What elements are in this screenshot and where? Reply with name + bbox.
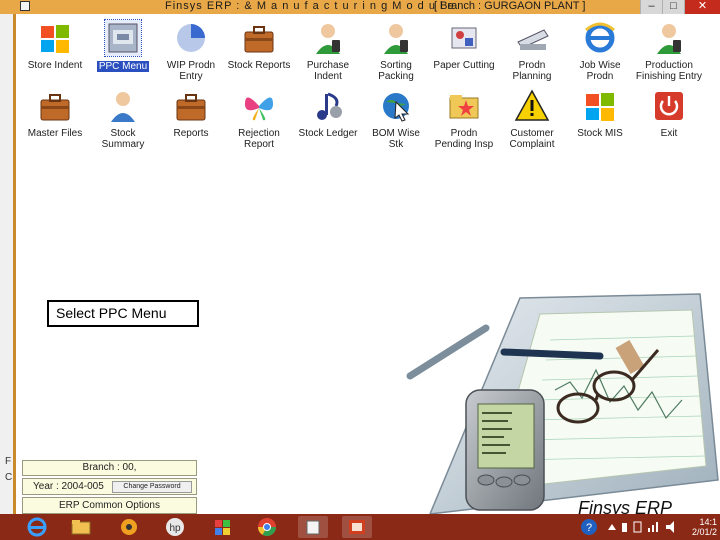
module-tile[interactable]: Customer Complaint: [497, 88, 567, 150]
tools-icon: [451, 27, 477, 49]
module-tile-label: Stock Reports: [227, 60, 291, 71]
music-note-icon: [317, 92, 342, 120]
module-tile-label: PPC Menu: [96, 61, 150, 72]
module-tile-label: Exit: [660, 128, 678, 139]
module-tile-label: WIP Prodn Entry: [166, 60, 216, 82]
title-bar: Finsys ERP : & M a n u f a c t u r i n g…: [0, 0, 720, 14]
maximize-button[interactable]: □: [662, 0, 684, 14]
module-tile-label: Job Wise Prodn: [579, 60, 621, 82]
taskbar-clock[interactable]: 14:1 2/01/2: [692, 517, 717, 537]
module-tile[interactable]: Master Files: [20, 88, 90, 150]
help-tray-icon[interactable]: ?: [578, 516, 600, 538]
module-tile[interactable]: Exit: [634, 88, 704, 150]
butterfly-icon: [245, 97, 273, 121]
module-tile-label: Production Finishing Entry: [635, 60, 703, 82]
warning-icon: [514, 89, 550, 121]
financial-year-label: Year : 2004-005: [33, 481, 104, 492]
briefcase-icon: [176, 94, 206, 121]
year-panel: Year : 2004-005 Change Password: [22, 478, 197, 495]
svg-text:hp: hp: [169, 523, 181, 534]
system-tray-icons[interactable]: [604, 516, 684, 538]
fountain-pen: [500, 348, 604, 360]
clock-date: 2/01/2: [692, 527, 718, 537]
frame-fragment-top: F: [5, 456, 12, 467]
minimize-button[interactable]: –: [640, 0, 662, 14]
module-tile-label: BOM Wise Stk: [372, 128, 420, 150]
folder-star-icon: [449, 95, 479, 119]
branch-indicator: [ Branch : GURGAON PLANT ]: [434, 0, 586, 12]
briefcase-icon: [244, 26, 274, 53]
module-tile[interactable]: Prodn Planning: [497, 20, 567, 82]
module-tile[interactable]: Paper Cutting: [429, 20, 499, 82]
module-tile-label: Prodn Planning: [512, 60, 552, 82]
module-tile[interactable]: Rejection Report: [224, 88, 294, 150]
branch-panel: Branch : 00,: [22, 460, 197, 476]
module-tile[interactable]: Stock Ledger: [293, 88, 363, 150]
taskbar: hp ? 14:1 2/01/2: [0, 514, 720, 540]
module-tile-label: Prodn Pending Insp: [434, 128, 494, 150]
documents-taskbar-icon[interactable]: [298, 516, 328, 538]
clock-time: 14:1: [699, 517, 718, 527]
module-tile-label: Customer Complaint: [509, 128, 555, 150]
file-explorer-taskbar-icon[interactable]: [66, 516, 96, 538]
module-tile-label: Sorting Packing: [378, 60, 414, 82]
module-tile[interactable]: Stock Summary: [88, 88, 158, 150]
pie-chart-icon: [177, 24, 205, 52]
user-phone-icon: [316, 24, 340, 54]
module-tile-label: Stock Summary: [101, 128, 145, 150]
window-title: Finsys ERP : & M a n u f a c t u r i n g…: [165, 0, 455, 12]
clipboard-illustration: [406, 293, 719, 514]
svg-text:?: ?: [586, 522, 592, 534]
module-tile[interactable]: Production Finishing Entry: [634, 20, 704, 82]
app-window-icon[interactable]: [20, 1, 30, 11]
media-player-taskbar-icon[interactable]: [114, 516, 144, 538]
module-tile-label: Purchase Indent: [306, 60, 350, 82]
user-phone-icon: [657, 24, 681, 54]
erp-common-options-button[interactable]: ERP Common Options: [22, 497, 197, 514]
globe-cursor-icon: [383, 93, 410, 122]
briefcase-icon: [40, 94, 70, 121]
module-tile[interactable]: Job Wise Prodn: [565, 20, 635, 82]
module-tile[interactable]: WIP Prodn Entry: [156, 20, 226, 82]
user-phone-icon: [384, 24, 408, 54]
user-icon: [111, 92, 135, 122]
erp-main-window: Finsys ERP : & M a n u f a c t u r i n g…: [0, 0, 720, 540]
change-password-button[interactable]: Change Password: [112, 481, 192, 493]
windows-logo-icon: [41, 25, 69, 53]
hint-box: Select PPC Menu: [47, 300, 199, 327]
module-tile[interactable]: Store Indent: [20, 20, 90, 82]
module-tile[interactable]: BOM Wise Stk: [361, 88, 431, 150]
scanner-icon: [517, 29, 549, 50]
windows-logo-icon: [586, 93, 614, 121]
module-tile[interactable]: Prodn Pending Insp: [429, 88, 499, 150]
left-frame-strip: F C: [0, 14, 16, 514]
chrome-taskbar-icon[interactable]: [252, 516, 282, 538]
pda-buttons: [477, 474, 531, 488]
module-tile[interactable]: Reports: [156, 88, 226, 150]
module-tile[interactable]: Stock Reports: [224, 20, 294, 82]
module-tile[interactable]: PPC Menu: [88, 19, 158, 82]
module-tile-label: Stock MIS: [577, 128, 623, 139]
pencil: [406, 324, 490, 380]
frame-fragment-bottom: C: [5, 472, 13, 483]
internet-explorer-taskbar-icon[interactable]: [22, 516, 52, 538]
hp-taskbar-icon[interactable]: hp: [160, 516, 190, 538]
module-tile-label: Store Indent: [27, 60, 83, 71]
module-tile-label: Paper Cutting: [433, 60, 495, 71]
power-icon: [655, 92, 683, 120]
module-tile[interactable]: Sorting Packing: [361, 20, 431, 82]
module-tile[interactable]: Purchase Indent: [293, 20, 363, 82]
photo-app-taskbar-icon[interactable]: [208, 516, 238, 538]
powerpoint-taskbar-icon[interactable]: [342, 516, 372, 538]
module-tile-label: Rejection Report: [238, 128, 280, 150]
internet-explorer-icon: [585, 22, 615, 53]
module-tile[interactable]: Stock MIS: [565, 88, 635, 150]
close-button[interactable]: ✕: [684, 0, 720, 14]
ppc-menu-icon: [104, 19, 142, 57]
module-tile-label: Reports: [173, 128, 209, 139]
module-tile-label: Stock Ledger: [298, 128, 358, 139]
module-tile-label: Master Files: [27, 128, 83, 139]
